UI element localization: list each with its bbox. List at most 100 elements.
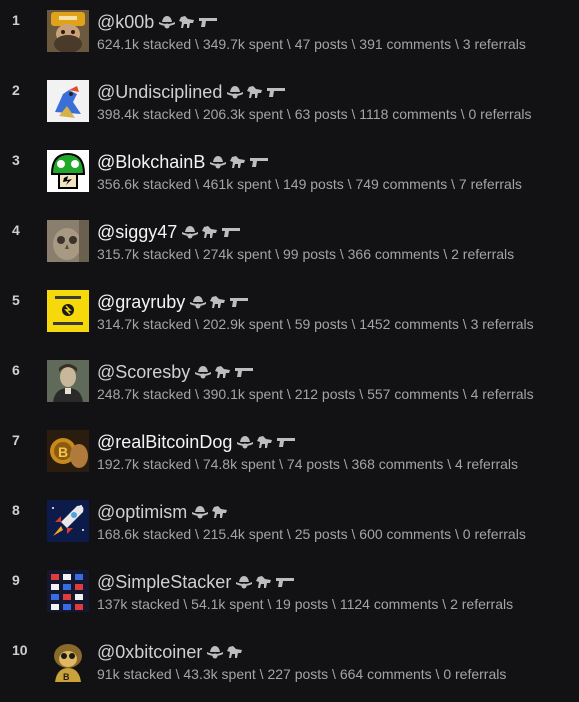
gun-icon bbox=[267, 88, 286, 97]
badges bbox=[182, 225, 241, 239]
username-link[interactable]: @Scoresby bbox=[97, 362, 190, 383]
username-link[interactable]: @grayruby bbox=[97, 292, 185, 313]
spent-amount: 390.1k spent bbox=[202, 386, 284, 402]
gun-icon bbox=[222, 228, 241, 237]
cowboy-hat-icon bbox=[227, 86, 244, 99]
separator: \ bbox=[271, 246, 284, 262]
cowboy-hat-icon bbox=[192, 506, 209, 519]
horse-icon bbox=[247, 86, 263, 98]
separator: \ bbox=[355, 386, 368, 402]
list-item: 9 @SimpleStacker 137k stacked \ 54.1k sp… bbox=[0, 570, 579, 630]
cowboy-hat-icon bbox=[159, 16, 176, 29]
separator: \ bbox=[191, 316, 203, 332]
rank-number: 9 bbox=[12, 572, 20, 588]
posts-count: 212 posts bbox=[294, 386, 356, 402]
avatar[interactable] bbox=[47, 290, 89, 332]
spent-amount: 461k spent bbox=[202, 176, 272, 192]
posts-count: 227 posts bbox=[267, 666, 329, 682]
username-link[interactable]: @optimism bbox=[97, 502, 187, 523]
rank-number: 4 bbox=[12, 222, 20, 238]
avatar[interactable] bbox=[47, 570, 89, 612]
user-stats: 315.7k stacked \ 274k spent \ 99 posts \… bbox=[97, 246, 514, 262]
avatar[interactable] bbox=[47, 360, 89, 402]
horse-icon bbox=[215, 366, 231, 378]
horse-icon bbox=[257, 436, 273, 448]
comments-count: 600 comments bbox=[359, 526, 452, 542]
cowboy-hat-icon bbox=[182, 226, 199, 239]
spent-amount: 74.8k spent bbox=[202, 456, 276, 472]
user-stats: 168.6k stacked \ 215.4k spent \ 25 posts… bbox=[97, 526, 526, 542]
posts-count: 19 posts bbox=[275, 596, 329, 612]
separator: \ bbox=[458, 386, 471, 402]
badges bbox=[210, 155, 269, 169]
list-item: 7 B @realBitcoinDog 192.7k stacked \ 74.… bbox=[0, 430, 579, 490]
posts-count: 25 posts bbox=[294, 526, 348, 542]
separator: \ bbox=[191, 106, 203, 122]
username-link[interactable]: @Undisciplined bbox=[97, 82, 222, 103]
avatar[interactable]: B bbox=[47, 430, 89, 472]
cowboy-hat-icon bbox=[236, 576, 253, 589]
stacked-amount: 315.7k stacked bbox=[97, 246, 192, 262]
avatar[interactable] bbox=[47, 80, 89, 122]
avatar[interactable] bbox=[47, 220, 89, 262]
comments-count: 749 comments bbox=[355, 176, 448, 192]
separator: \ bbox=[456, 106, 469, 122]
cowboy-hat-icon bbox=[207, 646, 224, 659]
rank-number: 10 bbox=[12, 642, 28, 658]
separator: \ bbox=[271, 176, 284, 192]
separator: \ bbox=[347, 106, 360, 122]
referrals-count: 0 referrals bbox=[468, 106, 532, 122]
rank-number: 3 bbox=[12, 152, 20, 168]
stacked-amount: 624.1k stacked bbox=[97, 36, 192, 52]
stacked-amount: 248.7k stacked bbox=[97, 386, 192, 402]
stacked-amount: 398.4k stacked bbox=[97, 106, 192, 122]
grid-avatar-icon bbox=[47, 570, 89, 612]
svg-text:B: B bbox=[63, 672, 70, 682]
user-stats: 624.1k stacked \ 349.7k spent \ 47 posts… bbox=[97, 36, 526, 52]
badges bbox=[236, 575, 295, 589]
avatar[interactable] bbox=[47, 150, 89, 192]
horse-icon bbox=[212, 506, 228, 518]
separator: \ bbox=[439, 246, 452, 262]
comments-count: 366 comments bbox=[347, 246, 440, 262]
list-item: 8 @optimism 168.6k stacked \ 215.4k spen bbox=[0, 500, 579, 560]
referrals-count: 0 referrals bbox=[443, 666, 507, 682]
gun-icon bbox=[230, 298, 249, 307]
separator: \ bbox=[275, 456, 287, 472]
user-stats: 137k stacked \ 54.1k spent \ 19 posts \ … bbox=[97, 596, 513, 612]
horse-icon bbox=[227, 646, 243, 658]
rank-number: 7 bbox=[12, 432, 20, 448]
svg-text:B: B bbox=[58, 444, 68, 460]
monkey-avatar-icon: B bbox=[47, 640, 89, 682]
username-link[interactable]: @0xbitcoiner bbox=[97, 642, 202, 663]
separator: \ bbox=[335, 246, 348, 262]
stacked-amount: 192.7k stacked bbox=[97, 456, 192, 472]
posts-count: 99 posts bbox=[283, 246, 336, 262]
horse-icon bbox=[230, 156, 246, 168]
user-stats: 356.6k stacked \ 461k spent \ 149 posts … bbox=[97, 176, 522, 192]
separator: \ bbox=[283, 106, 295, 122]
portrait-avatar-icon bbox=[47, 360, 89, 402]
username-link[interactable]: @realBitcoinDog bbox=[97, 432, 232, 453]
username-link[interactable]: @k00b bbox=[97, 12, 154, 33]
referrals-count: 7 referrals bbox=[458, 176, 522, 192]
referrals-count: 3 referrals bbox=[470, 316, 534, 332]
avatar[interactable] bbox=[47, 500, 89, 542]
badges bbox=[195, 365, 254, 379]
rank-number: 1 bbox=[12, 12, 20, 28]
avatar[interactable] bbox=[47, 10, 89, 52]
list-item: 5 @grayruby 314.7k stacked \ 202.9k spen… bbox=[0, 290, 579, 350]
separator: \ bbox=[447, 176, 459, 192]
separator: \ bbox=[347, 526, 360, 542]
posts-count: 47 posts bbox=[294, 36, 348, 52]
bitcoin-dog-avatar-icon: B bbox=[47, 430, 89, 472]
avatar[interactable]: B bbox=[47, 640, 89, 682]
username-link[interactable]: @SimpleStacker bbox=[97, 572, 231, 593]
rank-number: 5 bbox=[12, 292, 20, 308]
username-link[interactable]: @siggy47 bbox=[97, 222, 177, 243]
separator: \ bbox=[339, 456, 352, 472]
username-link[interactable]: @BlokchainB bbox=[97, 152, 205, 173]
posts-count: 74 posts bbox=[286, 456, 340, 472]
posts-count: 63 posts bbox=[294, 106, 348, 122]
comments-count: 557 comments bbox=[367, 386, 459, 402]
